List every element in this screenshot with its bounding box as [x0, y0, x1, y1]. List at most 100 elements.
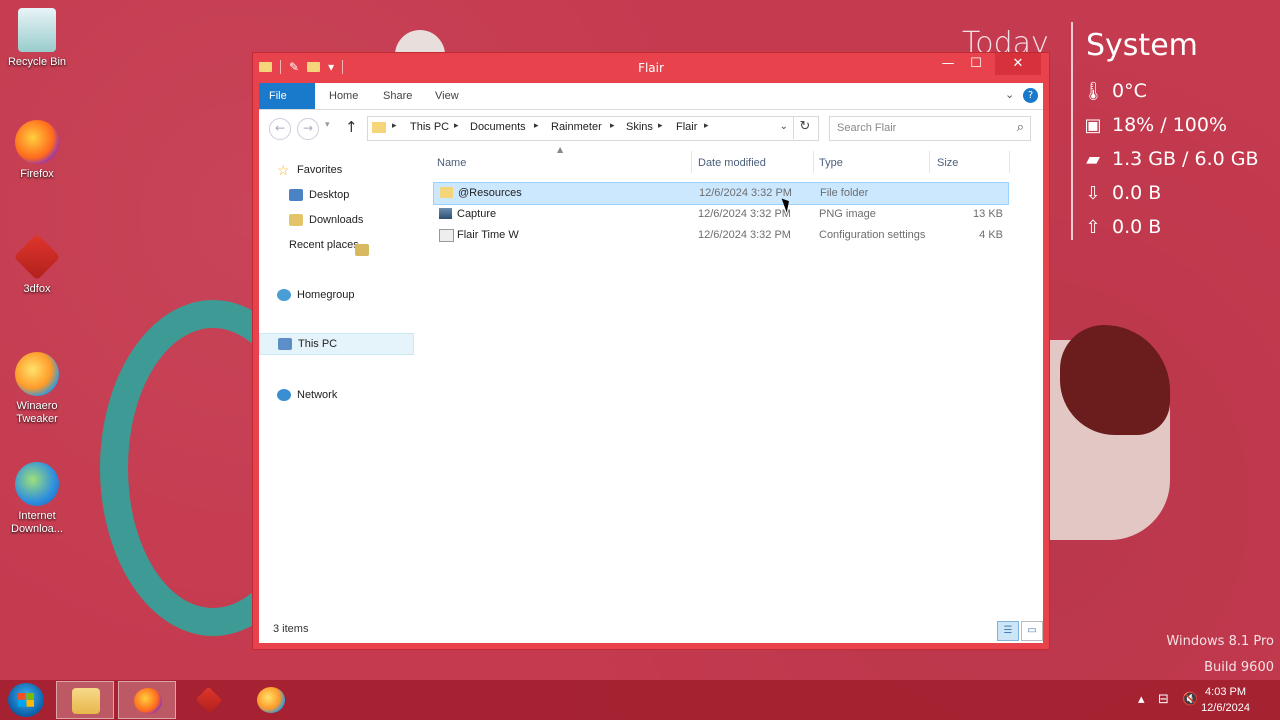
- network-tray-icon[interactable]: ⊟: [1158, 692, 1169, 707]
- search-box[interactable]: Search Flair ⌕: [829, 116, 1031, 141]
- taskbar-3dfox[interactable]: [180, 681, 238, 719]
- search-icon[interactable]: ⌕: [1017, 120, 1024, 135]
- window-title: Flair: [638, 61, 664, 75]
- sidebar-item-desktop[interactable]: Desktop: [289, 184, 349, 206]
- file-row-resources[interactable]: @Resources 12/6/2024 3:32 PM File folder: [433, 182, 1009, 205]
- breadcrumb-arrow-icon[interactable]: ▸: [704, 121, 709, 131]
- rainmeter-upload: ⇧ 0.0 B: [1082, 216, 1161, 238]
- column-header-type[interactable]: Type: [819, 157, 843, 169]
- file-type: PNG image: [819, 208, 876, 220]
- sidebar-item-downloads[interactable]: Downloads: [289, 209, 363, 231]
- column-divider[interactable]: [1009, 151, 1010, 173]
- column-divider[interactable]: [691, 151, 692, 173]
- winaero-tweaker-icon: [15, 352, 59, 396]
- help-icon[interactable]: ?: [1023, 88, 1038, 103]
- breadcrumb-skins[interactable]: Skins: [626, 121, 653, 133]
- minimize-button[interactable]: —: [935, 53, 961, 75]
- tab-file[interactable]: File: [259, 83, 315, 109]
- ribbon: File Home Share View ⌄ ?: [259, 83, 1043, 110]
- breadcrumb-arrow-icon[interactable]: ▸: [534, 121, 539, 131]
- sidebar-item-label: Homegroup: [297, 289, 355, 301]
- breadcrumb-arrow-icon[interactable]: ▸: [610, 121, 615, 131]
- column-divider[interactable]: [929, 151, 930, 173]
- firefox-icon: [134, 688, 162, 714]
- column-divider[interactable]: [813, 151, 814, 173]
- desktop-icon-3dfox[interactable]: 3dfox: [6, 233, 68, 296]
- search-placeholder: Search Flair: [837, 122, 897, 134]
- clock-date: 12/6/2024: [1201, 702, 1250, 714]
- folder-icon: [440, 187, 453, 198]
- item-count: 3 items: [273, 623, 309, 635]
- column-header-size[interactable]: Size: [937, 157, 958, 169]
- desktop-icon-label: Tweaker: [16, 413, 58, 425]
- sidebar-item-network[interactable]: Network: [277, 384, 337, 406]
- system-clock[interactable]: 4:03 PM 12/6/2024: [1201, 684, 1250, 716]
- homegroup-icon: [277, 289, 291, 301]
- cpu-value: 18% / 100%: [1112, 114, 1228, 136]
- file-type: Configuration settings: [819, 229, 926, 241]
- up-button[interactable]: ↑: [345, 118, 358, 136]
- recent-locations-icon[interactable]: ▾: [325, 120, 330, 130]
- file-row-flair-time-w[interactable]: Flair Time W 12/6/2024 3:32 PM Configura…: [433, 225, 1007, 246]
- file-name: Flair Time W: [457, 229, 519, 241]
- desktop-icon-internet-download-manager[interactable]: Internet Downloa...: [6, 462, 68, 536]
- tab-home[interactable]: Home: [319, 83, 368, 109]
- breadcrumb-this-pc[interactable]: This PC: [410, 121, 449, 133]
- rainmeter-cpu: ▣ 18% / 100%: [1082, 114, 1227, 136]
- details-view-button[interactable]: ☰: [997, 621, 1019, 641]
- desktop-icon-recycle-bin[interactable]: Recycle Bin: [6, 8, 68, 69]
- internet-download-manager-icon: [15, 462, 59, 506]
- start-button[interactable]: [8, 683, 44, 717]
- breadcrumb-arrow-icon[interactable]: ▸: [454, 121, 459, 131]
- taskbar-file-explorer[interactable]: [56, 681, 114, 719]
- thermometer-icon: 🌡: [1082, 80, 1105, 102]
- breadcrumb-documents[interactable]: Documents: [470, 121, 526, 133]
- volume-muted-icon[interactable]: 🔇: [1182, 692, 1198, 707]
- sidebar-item-this-pc[interactable]: This PC: [259, 333, 414, 355]
- sidebar-item-favorites[interactable]: ☆ Favorites: [277, 159, 342, 181]
- explorer-window: ✎ ▾ Flair — ☐ ✕ File Home Share View ⌄ ?…: [252, 52, 1050, 650]
- breadcrumb-rainmeter[interactable]: Rainmeter: [551, 121, 602, 133]
- refresh-button[interactable]: ↻: [793, 116, 816, 139]
- folder-icon: [372, 122, 386, 133]
- breadcrumb-arrow-icon[interactable]: ▸: [658, 121, 663, 131]
- maximize-button[interactable]: ☐: [963, 53, 989, 75]
- sidebar-item-label: Recent places: [289, 239, 359, 251]
- clock-time: 4:03 PM: [1205, 686, 1247, 698]
- show-hidden-icons-button[interactable]: ▴: [1138, 692, 1145, 707]
- large-icons-view-button[interactable]: ▭: [1021, 621, 1043, 641]
- forward-button[interactable]: →: [297, 118, 319, 140]
- taskbar-winaero-tweaker[interactable]: [242, 681, 300, 719]
- close-button[interactable]: ✕: [995, 53, 1041, 75]
- tab-share[interactable]: Share: [373, 83, 422, 109]
- sidebar-item-recent-places[interactable]: Recent places: [289, 234, 369, 256]
- navigation-pane: ☆ Favorites Desktop Downloads Recent pla…: [259, 147, 417, 617]
- taskbar-firefox[interactable]: [118, 681, 176, 719]
- title-bar[interactable]: ✎ ▾ Flair — ☐ ✕: [253, 53, 1049, 83]
- memory-icon: ▰: [1086, 148, 1100, 170]
- address-bar[interactable]: ▸ This PC ▸ Documents ▸ Rainmeter ▸ Skin…: [367, 116, 819, 141]
- windows-build-watermark: Build 9600: [1204, 660, 1274, 675]
- rainmeter-temperature: 🌡 0°C: [1082, 80, 1147, 102]
- breadcrumb-flair[interactable]: Flair: [676, 121, 697, 133]
- rainmeter-system-title: System: [1086, 28, 1198, 63]
- file-size: 13 KB: [973, 208, 1003, 220]
- back-button[interactable]: ←: [269, 118, 291, 140]
- ram-value: 1.3 GB / 6.0 GB: [1112, 148, 1259, 170]
- expand-ribbon-icon[interactable]: ⌄: [1005, 88, 1014, 101]
- winaero-tweaker-icon: [257, 687, 285, 713]
- sidebar-item-label: Downloads: [309, 214, 364, 226]
- desktop-icon-label: Recycle Bin: [7, 56, 67, 68]
- desktop-icon-firefox[interactable]: Firefox: [6, 120, 68, 181]
- file-row-capture[interactable]: Capture 12/6/2024 3:32 PM PNG image 13 K…: [433, 204, 1007, 225]
- column-header-date-modified[interactable]: Date modified: [698, 157, 766, 169]
- column-header-name[interactable]: Name: [437, 157, 466, 169]
- download-value: 0.0 B: [1112, 182, 1162, 204]
- address-dropdown-icon[interactable]: ⌄: [780, 121, 788, 132]
- sidebar-item-homegroup[interactable]: Homegroup: [277, 284, 354, 306]
- desktop-icon-winaero-tweaker[interactable]: Winaero Tweaker: [6, 352, 68, 426]
- desktop-icon-label: 3dfox: [23, 283, 51, 295]
- breadcrumb-arrow-icon[interactable]: ▸: [392, 121, 397, 131]
- tab-view[interactable]: View: [425, 83, 469, 109]
- upload-icon: ⇧: [1085, 216, 1101, 238]
